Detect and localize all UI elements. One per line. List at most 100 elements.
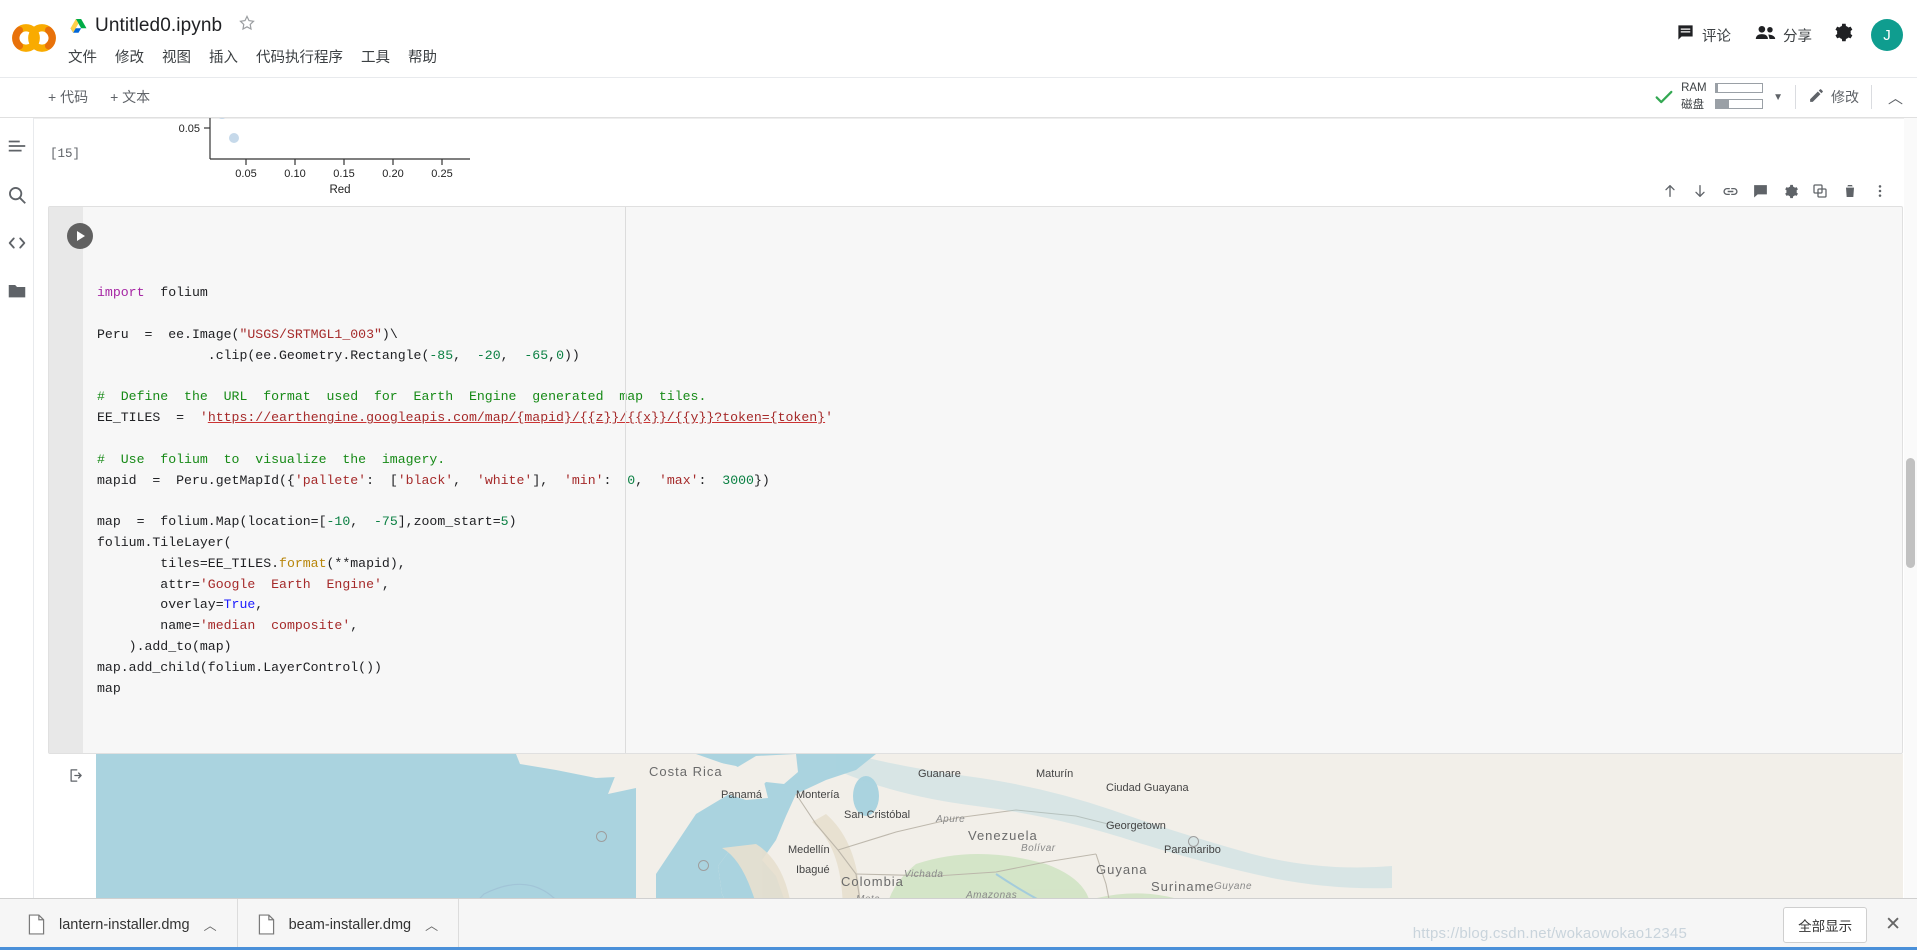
menu-item-edit[interactable]: 修改 bbox=[115, 46, 144, 67]
drive-icon bbox=[70, 18, 87, 33]
show-all-downloads-button[interactable]: 全部显示 bbox=[1783, 906, 1868, 943]
scrollbar-thumb[interactable] bbox=[1906, 458, 1915, 568]
notebook-canvas: [15] 0.05 0.05 0.10 0.15 0.20 0.25 Red i… bbox=[34, 118, 1917, 898]
cell-output-row: Costa Rica Panamá Montería Guanare Maturín Sa… bbox=[48, 753, 1903, 898]
resource-meters[interactable]: RAM 磁盘 bbox=[1681, 82, 1764, 112]
cell-settings-icon[interactable] bbox=[1782, 183, 1798, 199]
ram-label: RAM bbox=[1681, 82, 1707, 94]
code-line: folium.TileLayer( bbox=[97, 534, 232, 550]
code-line: # Define the URL format used for Earth E… bbox=[97, 389, 707, 405]
pencil-icon bbox=[1808, 87, 1825, 107]
move-cell-up-icon[interactable] bbox=[1662, 183, 1678, 199]
ram-meter: RAM bbox=[1681, 82, 1764, 94]
disk-meter: 磁盘 bbox=[1681, 96, 1764, 112]
previous-cell-output: [15] 0.05 0.05 0.10 0.15 0.20 0.25 Red bbox=[34, 118, 1917, 196]
code-line: map bbox=[97, 680, 121, 696]
comment-icon bbox=[1676, 23, 1695, 47]
link-to-cell-icon[interactable] bbox=[1722, 183, 1738, 199]
notebook-title-row[interactable]: Untitled0.ipynb bbox=[70, 14, 256, 37]
downloads-bar-actions: 全部显示 ✕ bbox=[1783, 906, 1917, 943]
people-icon bbox=[1755, 23, 1776, 47]
edit-label: 修改 bbox=[1830, 89, 1859, 105]
toolbar-divider bbox=[1794, 85, 1796, 109]
svg-text:0.25: 0.25 bbox=[431, 168, 452, 180]
mirror-cell-icon[interactable] bbox=[1812, 183, 1828, 199]
watermark: https://blog.csdn.net/wokaowokao12345 bbox=[1412, 925, 1687, 942]
file-icon bbox=[28, 914, 45, 935]
edit-button[interactable]: 修改 bbox=[1808, 87, 1859, 107]
code-line: import folium bbox=[97, 285, 208, 301]
menu-item-runtime[interactable]: 代码执行程序 bbox=[256, 46, 343, 67]
download-item-beam[interactable]: beam-installer.dmg ︿ bbox=[238, 898, 460, 950]
code-line: attr='Google Earth Engine', bbox=[97, 576, 390, 592]
scatter-plot: 0.05 0.05 0.10 0.15 0.20 0.25 Red bbox=[124, 118, 474, 196]
share-button[interactable]: 分享 bbox=[1743, 17, 1824, 53]
download-filename: lantern-installer.dmg bbox=[59, 916, 190, 933]
chevron-up-icon[interactable]: ︿ bbox=[1888, 87, 1903, 108]
comment-label: 评论 bbox=[1702, 28, 1731, 45]
code-snippets-icon[interactable] bbox=[6, 232, 28, 254]
add-code-cell-button[interactable]: + 代码 bbox=[48, 87, 88, 107]
menu-item-tools[interactable]: 工具 bbox=[361, 46, 390, 67]
downloads-bar: lantern-installer.dmg ︿ beam-installer.d… bbox=[0, 898, 1917, 950]
menu-item-view[interactable]: 视图 bbox=[162, 46, 191, 67]
search-icon[interactable] bbox=[6, 184, 28, 206]
map-circle-marker[interactable] bbox=[596, 830, 607, 842]
files-icon[interactable] bbox=[6, 280, 28, 302]
svg-text:0.05: 0.05 bbox=[235, 168, 256, 180]
move-cell-down-icon[interactable] bbox=[1692, 183, 1708, 199]
chevron-up-icon[interactable]: ︿ bbox=[425, 915, 438, 934]
avatar[interactable]: J bbox=[1871, 19, 1903, 51]
svg-text:0.15: 0.15 bbox=[333, 168, 354, 180]
notebook-title[interactable]: Untitled0.ipynb bbox=[95, 15, 222, 37]
delete-cell-icon[interactable] bbox=[1842, 183, 1858, 199]
app-header: Untitled0.ipynb 文件 修改 视图 插入 代码执行程序 工具 帮助… bbox=[0, 0, 1917, 78]
settings-button[interactable] bbox=[1824, 16, 1861, 54]
svg-text:0.10: 0.10 bbox=[284, 168, 305, 180]
code-editor[interactable]: import folium Peru = ee.Image("USGS/SRTM… bbox=[83, 207, 1902, 753]
map-circle-marker[interactable] bbox=[1188, 835, 1199, 847]
connected-check-icon bbox=[1653, 86, 1675, 108]
folium-map-output[interactable]: Costa Rica Panamá Montería Guanare Maturín Sa… bbox=[96, 753, 1903, 898]
code-cell[interactable]: import folium Peru = ee.Image("USGS/SRTM… bbox=[48, 184, 1903, 754]
run-cell-button[interactable] bbox=[67, 223, 93, 249]
code-line: tiles=EE_TILES.format(**mapid), bbox=[97, 555, 406, 571]
execution-count: [15] bbox=[50, 147, 81, 161]
code-lines: import folium Peru = ee.Image("USGS/SRTM… bbox=[97, 283, 1902, 699]
cell-toolbar bbox=[1662, 183, 1888, 199]
close-icon[interactable]: ✕ bbox=[1885, 913, 1901, 936]
menu-item-insert[interactable]: 插入 bbox=[209, 46, 238, 67]
canvas-scrollbar[interactable] bbox=[1904, 118, 1917, 898]
code-line: mapid = Peru.getMapId({'pallete': ['blac… bbox=[97, 472, 770, 488]
comment-button[interactable]: 评论 bbox=[1664, 17, 1743, 53]
menu-item-file[interactable]: 文件 bbox=[68, 46, 97, 67]
table-of-contents-icon[interactable] bbox=[6, 136, 28, 158]
disk-label: 磁盘 bbox=[1681, 99, 1705, 111]
svg-text:Red: Red bbox=[329, 184, 350, 195]
chevron-up-icon[interactable]: ︿ bbox=[204, 915, 217, 934]
output-gutter bbox=[48, 754, 82, 898]
output-indicator-icon bbox=[68, 768, 83, 788]
code-line: name='median composite', bbox=[97, 618, 359, 634]
menu-item-help[interactable]: 帮助 bbox=[408, 46, 437, 67]
add-text-cell-button[interactable]: + 文本 bbox=[110, 87, 150, 107]
left-sidebar-rail bbox=[0, 118, 34, 950]
map-circle-marker[interactable] bbox=[698, 859, 709, 871]
gear-icon bbox=[1832, 22, 1853, 48]
chevron-down-icon[interactable]: ▼ bbox=[1773, 92, 1783, 103]
code-line: Peru = ee.Image("USGS/SRTMGL1_003")\ bbox=[97, 326, 398, 342]
column-ruler bbox=[625, 207, 626, 753]
add-comment-icon[interactable] bbox=[1752, 183, 1768, 199]
menu-bar: 文件 修改 视图 插入 代码执行程序 工具 帮助 bbox=[68, 46, 437, 67]
code-line: map.add_child(folium.LayerControl()) bbox=[97, 659, 382, 675]
code-line: map = folium.Map(location=[-10, -75],zoo… bbox=[97, 514, 517, 530]
colab-logo[interactable] bbox=[10, 14, 58, 62]
download-item-lantern[interactable]: lantern-installer.dmg ︿ bbox=[8, 898, 238, 950]
more-cell-actions-icon[interactable] bbox=[1872, 183, 1888, 199]
code-line: ).add_to(map) bbox=[97, 638, 232, 654]
star-icon[interactable] bbox=[230, 14, 256, 37]
add-cell-buttons: + 代码 + 文本 bbox=[48, 87, 150, 107]
